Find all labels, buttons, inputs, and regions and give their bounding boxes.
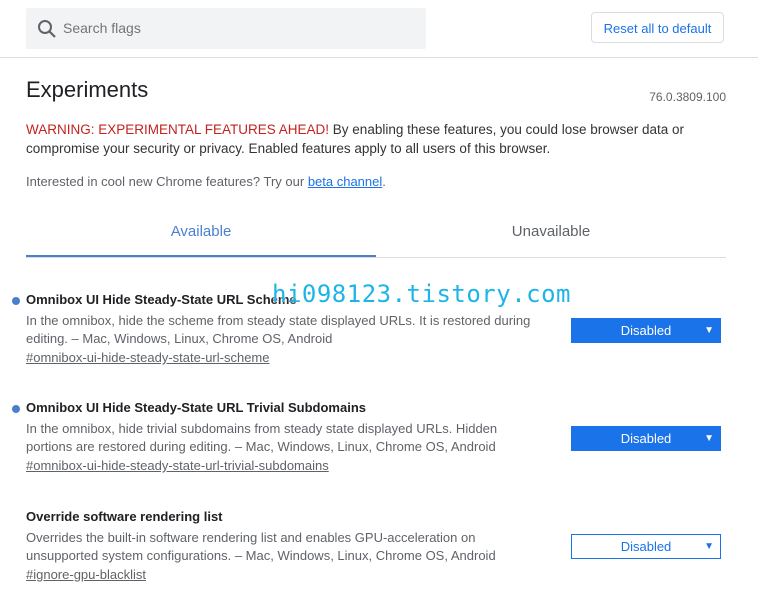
reset-all-button[interactable]: Reset all to default: [591, 12, 724, 43]
flag-description: Overrides the built-in software renderin…: [26, 530, 496, 563]
interest-message: Interested in cool new Chrome features? …: [26, 174, 386, 189]
search-placeholder: Search flags: [63, 20, 141, 36]
flag-state-select[interactable]: Disabled ▼: [571, 318, 721, 343]
flag-description: In the omnibox, hide trivial subdomains …: [26, 421, 498, 454]
flag-item: Override software rendering list Overrid…: [26, 509, 726, 582]
select-value: Disabled: [620, 431, 672, 446]
warning-message: WARNING: EXPERIMENTAL FEATURES AHEAD! By…: [26, 120, 716, 158]
modified-indicator: [12, 405, 20, 413]
flag-link[interactable]: #omnibox-ui-hide-steady-state-url-scheme: [26, 350, 726, 365]
tab-unavailable[interactable]: Unavailable: [376, 214, 726, 257]
top-header: Search flags Reset all to default: [0, 0, 758, 58]
flag-name: Omnibox UI Hide Steady-State URL Trivial…: [26, 400, 366, 415]
select-value: Disabled: [620, 323, 672, 338]
flag-description: In the omnibox, hide the scheme from ste…: [26, 313, 531, 346]
flag-link[interactable]: #ignore-gpu-blacklist: [26, 567, 726, 582]
chevron-down-icon: ▼: [704, 541, 714, 552]
tab-bar: Available Unavailable: [26, 214, 726, 258]
flag-item: Omnibox UI Hide Steady-State URL Trivial…: [12, 400, 726, 473]
version-label: 76.0.3809.100: [649, 90, 726, 104]
watermark-text: hi098123.tistory.com: [272, 280, 571, 308]
warning-label: WARNING: EXPERIMENTAL FEATURES AHEAD!: [26, 122, 330, 137]
interest-end: .: [382, 174, 386, 189]
search-input[interactable]: Search flags: [26, 8, 426, 49]
search-icon: [38, 20, 56, 38]
beta-channel-link[interactable]: beta channel: [308, 174, 382, 189]
tab-available[interactable]: Available: [26, 214, 376, 257]
modified-indicator: [12, 297, 20, 305]
interest-text: Interested in cool new Chrome features? …: [26, 174, 308, 189]
flag-name: Override software rendering list: [26, 509, 223, 524]
flag-state-select[interactable]: Disabled ▼: [571, 426, 721, 451]
chevron-down-icon: ▼: [704, 325, 714, 336]
page-title: Experiments: [26, 77, 149, 102]
select-value: Disabled: [620, 539, 672, 554]
chevron-down-icon: ▼: [704, 433, 714, 444]
flag-link[interactable]: #omnibox-ui-hide-steady-state-url-trivia…: [26, 458, 726, 473]
flag-state-select[interactable]: Disabled ▼: [571, 534, 721, 559]
